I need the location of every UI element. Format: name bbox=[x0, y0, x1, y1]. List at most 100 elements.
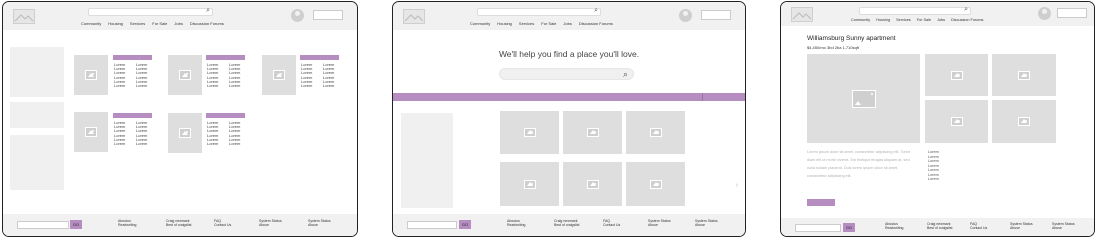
listing-text-col: Lorem Lorem Lorem Lorem Lorem Lorem bbox=[323, 62, 335, 89]
listing-title-bar[interactable] bbox=[206, 113, 245, 118]
image-placeholder-icon bbox=[273, 70, 285, 80]
listing-text-col: Lorem Lorem Lorem Lorem Lorem Lorem bbox=[229, 120, 241, 147]
listing-specs: $4,450/mo 3bd 2ba 1,710sqft bbox=[807, 45, 860, 50]
footer-go-button[interactable]: GO bbox=[843, 223, 855, 232]
nav-jobs[interactable]: Jobs bbox=[174, 21, 182, 26]
image-placeholder-icon bbox=[649, 128, 662, 137]
grid-photo[interactable] bbox=[500, 111, 559, 154]
nav-discussion-forums[interactable]: Discussion Forums bbox=[951, 18, 983, 22]
footer: GO Aboutus Readwriting Craig newmark Best … bbox=[393, 214, 745, 236]
main-photo[interactable] bbox=[807, 54, 920, 143]
main-nav: Community Housing Services For Sale Jobs… bbox=[470, 21, 613, 26]
search-input[interactable]: ⌕ bbox=[859, 6, 971, 15]
avatar-icon[interactable] bbox=[1038, 7, 1051, 20]
listing-text-col: Lorem Lorem Lorem Lorem Lorem Lorem bbox=[207, 62, 219, 89]
hero-search-input[interactable]: ⌕ bbox=[499, 68, 634, 80]
nav-community[interactable]: Community bbox=[470, 21, 490, 26]
search-input[interactable]: ⌕ bbox=[88, 7, 213, 16]
image-placeholder-icon bbox=[649, 179, 662, 189]
image-placeholder-icon bbox=[523, 179, 536, 189]
listing-thumbnail[interactable] bbox=[262, 55, 296, 95]
listing-detail-wireframe: ⌕ Community Housing Services For Sale Jo… bbox=[780, 1, 1095, 237]
listing-text-col: Lorem Lorem Lorem Lorem Lorem Lorem bbox=[114, 62, 126, 89]
avatar-icon[interactable] bbox=[679, 9, 692, 22]
footer-search-input[interactable] bbox=[795, 224, 841, 232]
footer-links-faq: FAQ Contact Us bbox=[970, 222, 988, 230]
footer: GO Aboutus Readwriting Craig newmark Best … bbox=[781, 218, 1094, 236]
grid-photo[interactable] bbox=[626, 162, 685, 206]
nav-housing[interactable]: Housing bbox=[108, 21, 123, 26]
nav-housing[interactable]: Housing bbox=[497, 21, 512, 26]
nav-housing[interactable]: Housing bbox=[876, 18, 890, 22]
grid-photo[interactable] bbox=[626, 111, 685, 154]
footer-search-input[interactable] bbox=[407, 221, 457, 229]
footer-go-button[interactable]: GO bbox=[70, 220, 82, 229]
image-placeholder-icon bbox=[85, 70, 97, 80]
gallery-photo[interactable] bbox=[925, 54, 988, 96]
search-icon[interactable]: ⌕ bbox=[964, 6, 968, 14]
image-placeholder-icon bbox=[586, 128, 599, 137]
nav-discussion-forums[interactable]: Discussion Forums bbox=[190, 21, 224, 26]
footer-links-about: Aboutus Readwriting bbox=[118, 219, 137, 227]
footer-links-about: Aboutus Readwriting bbox=[885, 222, 904, 230]
avatar-icon[interactable] bbox=[291, 9, 304, 22]
home-page-wireframe: ⌕ Community Housing Services For Sale Jo… bbox=[392, 1, 746, 237]
listing-text-col: Lorem Lorem Lorem Lorem Lorem Lorem bbox=[136, 120, 148, 147]
account-button[interactable] bbox=[1057, 8, 1087, 18]
nav-for-sale[interactable]: For Sale bbox=[917, 18, 931, 22]
footer-links-status: System Status Abuse bbox=[695, 219, 718, 227]
nav-services[interactable]: Services bbox=[519, 21, 534, 26]
header: ⌕ Community Housing Services For Sale Jo… bbox=[393, 2, 745, 30]
footer-go-button[interactable]: GO bbox=[459, 220, 471, 229]
chevron-right-icon[interactable]: › bbox=[736, 182, 738, 189]
nav-community[interactable]: Community bbox=[81, 21, 101, 26]
account-button[interactable] bbox=[313, 10, 343, 20]
nav-jobs[interactable]: Jobs bbox=[937, 18, 945, 22]
image-placeholder-icon bbox=[523, 128, 536, 137]
logo-image-icon[interactable] bbox=[13, 9, 35, 24]
gallery-photo[interactable] bbox=[925, 100, 988, 143]
listing-title-bar[interactable] bbox=[113, 113, 152, 118]
logo-image-icon[interactable] bbox=[403, 9, 425, 24]
listing-thumbnail[interactable] bbox=[74, 112, 108, 152]
sidebar-block bbox=[10, 47, 64, 97]
search-icon[interactable]: ⌕ bbox=[623, 70, 628, 79]
listing-description: Lorem ipsum dolor sit amet, consectetur … bbox=[807, 150, 911, 178]
gallery-photo[interactable] bbox=[992, 54, 1056, 96]
listing-title-bar[interactable] bbox=[113, 55, 152, 60]
contact-button[interactable] bbox=[807, 199, 835, 206]
logo-image-icon[interactable] bbox=[791, 7, 813, 22]
search-icon[interactable]: ⌕ bbox=[206, 7, 210, 15]
listing-thumbnail[interactable] bbox=[168, 55, 202, 95]
image-placeholder-icon bbox=[851, 89, 876, 108]
listing-title-bar[interactable] bbox=[300, 55, 339, 60]
listing-title-bar[interactable] bbox=[206, 55, 245, 60]
listing-thumbnail[interactable] bbox=[168, 113, 202, 153]
footer-links-status: System Status Abuse bbox=[648, 219, 671, 227]
nav-for-sale[interactable]: For Sale bbox=[152, 21, 167, 26]
nav-services[interactable]: Services bbox=[130, 21, 145, 26]
nav-community[interactable]: Community bbox=[851, 18, 870, 22]
image-placeholder-icon bbox=[85, 127, 97, 137]
gallery-photo[interactable] bbox=[992, 100, 1056, 143]
footer-links-status: System Status Abuse bbox=[1010, 222, 1033, 230]
search-input[interactable]: ⌕ bbox=[477, 7, 601, 16]
listing-thumbnail[interactable] bbox=[74, 55, 108, 95]
hero-tagline: We'll help you find a place you'll love. bbox=[498, 49, 640, 59]
grid-photo[interactable] bbox=[563, 162, 622, 206]
grid-photo[interactable] bbox=[563, 111, 622, 154]
listing-text-col: Lorem Lorem Lorem Lorem Lorem Lorem bbox=[114, 120, 126, 147]
grid-photo[interactable] bbox=[500, 162, 559, 206]
listing-text-col: Lorem Lorem Lorem Lorem Lorem Lorem bbox=[136, 62, 148, 89]
main-nav: Community Housing Services For Sale Jobs… bbox=[81, 21, 224, 26]
accent-band bbox=[393, 93, 745, 101]
sidebar-block bbox=[10, 102, 64, 128]
listing-title: Williamsburg Sunny apartment bbox=[807, 35, 896, 42]
footer-search-input[interactable] bbox=[17, 221, 69, 229]
nav-discussion-forums[interactable]: Discussion Forums bbox=[579, 21, 613, 26]
nav-jobs[interactable]: Jobs bbox=[563, 21, 571, 26]
search-icon[interactable]: ⌕ bbox=[594, 7, 598, 15]
account-button[interactable] bbox=[701, 10, 731, 20]
nav-services[interactable]: Services bbox=[896, 18, 911, 22]
nav-for-sale[interactable]: For Sale bbox=[541, 21, 556, 26]
